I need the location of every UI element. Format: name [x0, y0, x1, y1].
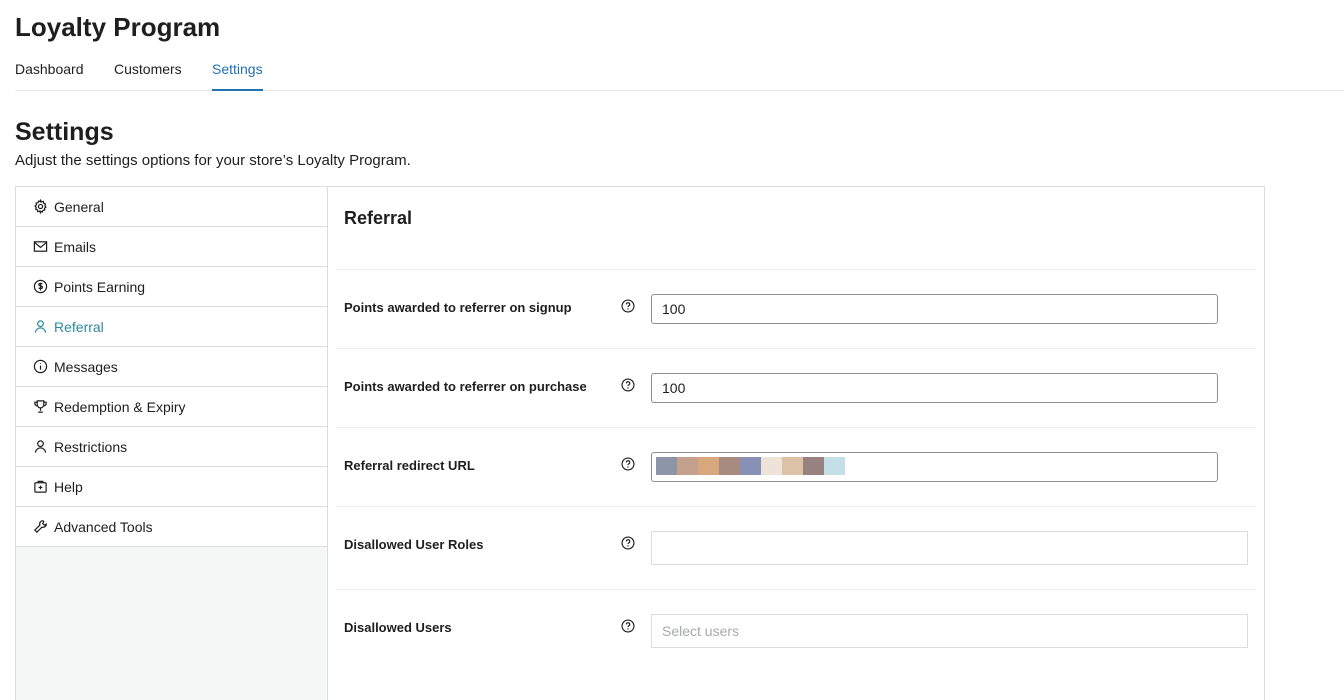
disallowed-users-select[interactable]	[651, 614, 1248, 648]
sidebar-item-label: Messages	[54, 358, 118, 375]
user-icon	[32, 439, 48, 455]
info-icon	[32, 359, 48, 375]
gear-icon	[32, 199, 48, 215]
redacted-block	[698, 457, 719, 475]
sidebar-item-points-earning[interactable]: Points Earning	[16, 267, 327, 307]
redacted-block	[719, 457, 740, 475]
sidebar-item-label: Emails	[54, 238, 97, 255]
page-description: Adjust the settings options for your sto…	[15, 152, 411, 169]
divider	[336, 506, 1256, 507]
help-circle-icon[interactable]	[621, 536, 635, 550]
redacted-block	[803, 457, 824, 475]
redacted-block	[761, 457, 782, 475]
redacted-block	[656, 457, 677, 475]
sidebar-item-help[interactable]: Help	[16, 467, 327, 507]
wrench-icon	[32, 519, 48, 535]
section-title: Referral	[344, 208, 413, 228]
sidebar-item-advanced-tools[interactable]: Advanced Tools	[16, 507, 327, 547]
settings-sidebar: General Emails Points Earning Referral M…	[16, 187, 328, 700]
sidebar-item-general[interactable]: General	[16, 187, 327, 227]
sidebar-item-label: Restrictions	[54, 438, 128, 455]
disallowed-users-label: Disallowed Users	[344, 620, 452, 635]
help-circle-icon[interactable]	[621, 457, 635, 471]
redirect-url-label: Referral redirect URL	[344, 458, 475, 473]
sidebar-item-referral[interactable]: Referral	[16, 307, 327, 347]
sidebar-item-label: Advanced Tools	[54, 518, 153, 535]
sidebar-item-label: Help	[54, 478, 83, 495]
tab-dashboard[interactable]: Dashboard	[15, 61, 84, 91]
sidebar-item-emails[interactable]: Emails	[16, 227, 327, 267]
sidebar-item-label: General	[54, 198, 104, 215]
sidebar-item-messages[interactable]: Messages	[16, 347, 327, 387]
redirect-url-input[interactable]	[651, 452, 1218, 482]
user-icon	[32, 319, 48, 335]
sidebar-item-label: Referral	[54, 318, 104, 335]
envelope-icon	[32, 239, 48, 255]
divider	[336, 427, 1256, 428]
help-circle-icon[interactable]	[621, 378, 635, 392]
help-circle-icon[interactable]	[621, 619, 635, 633]
top-tabs: Dashboard Customers Settings	[15, 52, 1344, 91]
dollar-coin-icon	[32, 279, 48, 295]
signup-points-input[interactable]	[651, 294, 1218, 324]
trophy-icon	[32, 399, 48, 415]
sidebar-item-label: Redemption & Expiry	[54, 398, 186, 415]
disallowed-roles-label: Disallowed User Roles	[344, 537, 484, 552]
divider	[336, 589, 1256, 590]
purchase-points-input[interactable]	[651, 373, 1218, 403]
app-title: Loyalty Program	[15, 12, 221, 42]
sidebar-item-redemption-expiry[interactable]: Redemption & Expiry	[16, 387, 327, 427]
redacted-block	[677, 457, 698, 475]
tab-customers[interactable]: Customers	[114, 61, 182, 91]
sidebar-item-restrictions[interactable]: Restrictions	[16, 427, 327, 467]
purchase-points-label: Points awarded to referrer on purchase	[344, 379, 587, 394]
divider	[336, 348, 1256, 349]
divider	[336, 269, 1256, 270]
tab-settings[interactable]: Settings	[212, 61, 263, 91]
settings-panel: General Emails Points Earning Referral M…	[15, 186, 1265, 700]
disallowed-roles-input[interactable]	[651, 531, 1248, 565]
signup-points-label: Points awarded to referrer on signup	[344, 300, 572, 315]
sidebar-item-label: Points Earning	[54, 278, 146, 295]
settings-content: Referral Points awarded to referrer on s…	[328, 187, 1264, 700]
help-box-icon	[32, 479, 48, 495]
help-circle-icon[interactable]	[621, 299, 635, 313]
redacted-block	[824, 457, 845, 475]
redacted-block	[782, 457, 803, 475]
page-title: Settings	[15, 118, 114, 146]
redacted-block	[740, 457, 761, 475]
